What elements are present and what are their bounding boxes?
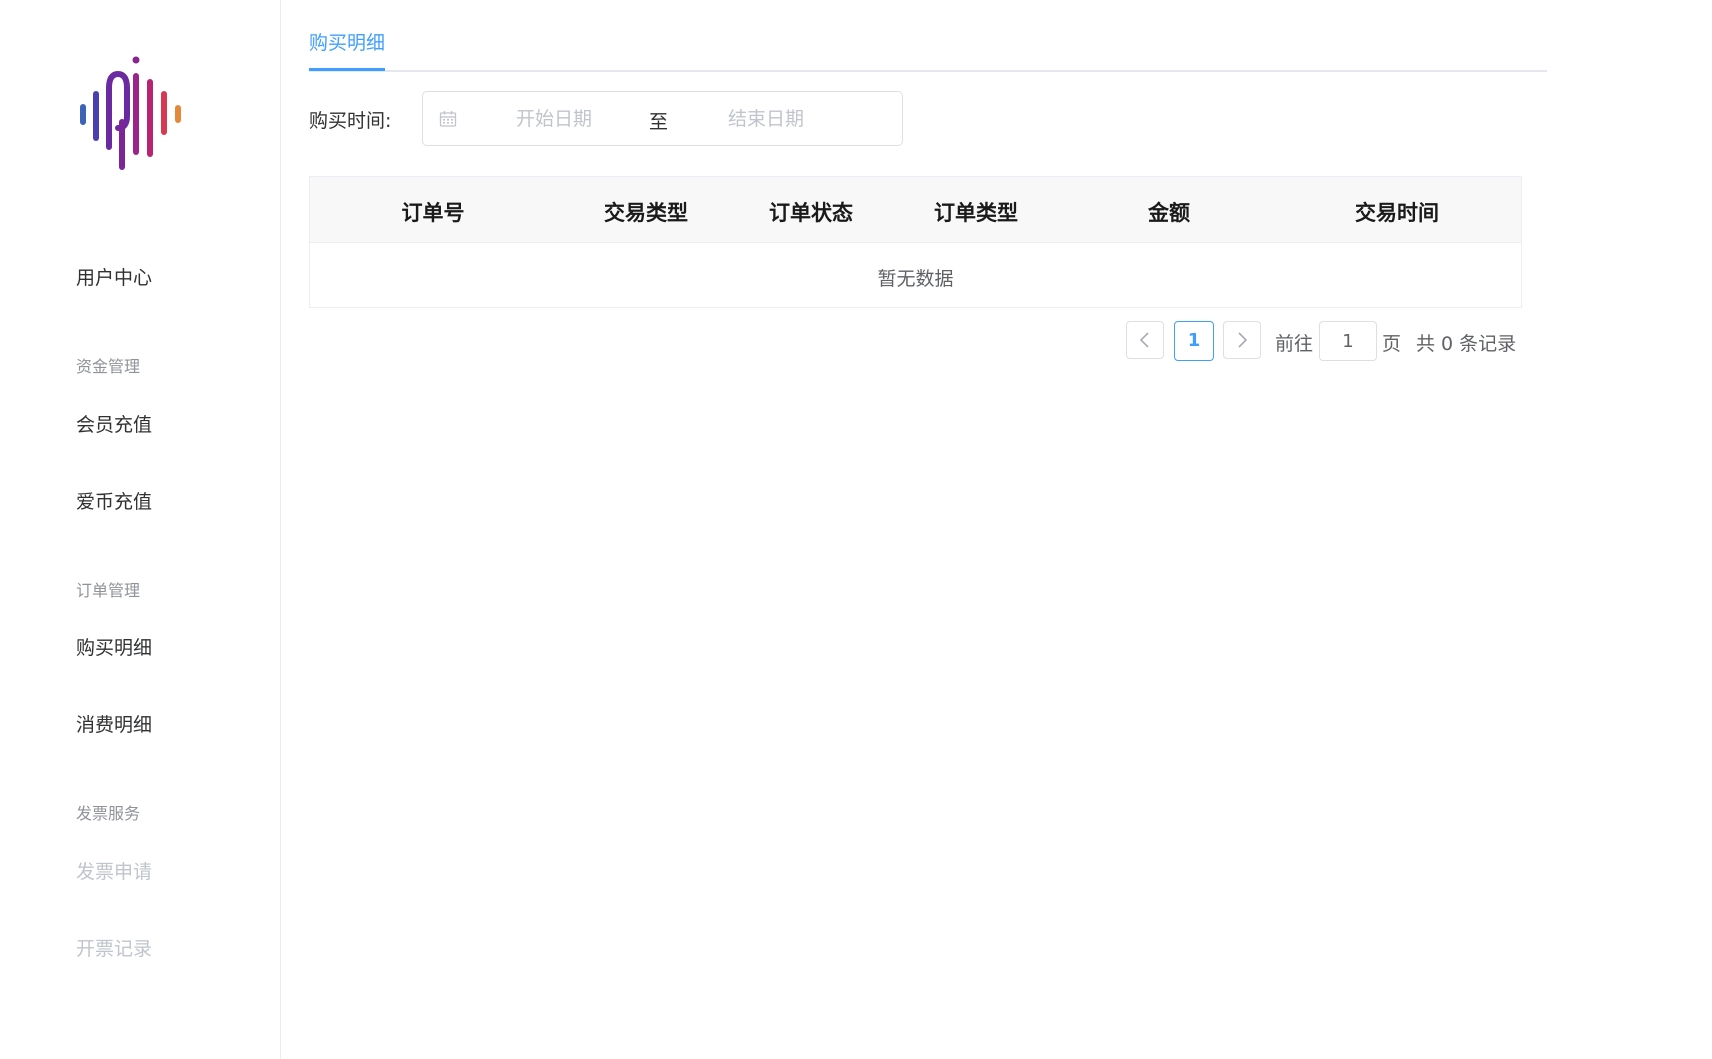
chevron-right-icon [1238,332,1248,348]
column-header-trade-type: 交易类型 [604,201,688,225]
chevron-left-icon [1139,332,1149,348]
range-separator: 至 [649,111,669,133]
sidebar-item-coin-recharge[interactable]: 爱币充值 [76,487,152,514]
column-header-order-no: 订单号 [401,201,465,225]
sidebar-group-invoice: 发票服务 [76,804,141,823]
pagination: 1 前往 页 共 0 条记录 [1126,321,1526,361]
sidebar: 用户中心 资金管理 会员充值 爱币充值 订单管理 购买明细 消费明细 发票服务 … [0,0,281,1059]
column-header-trade-time: 交易时间 [1355,201,1439,225]
app-root: 用户中心 资金管理 会员充值 爱币充值 订单管理 购买明细 消费明细 发票服务 … [0,0,1712,1059]
purchase-time-label: 购买时间: [309,110,392,132]
sidebar-item-purchase-detail[interactable]: 购买明细 [76,633,152,660]
table-header: 订单号 交易类型 订单状态 订单类型 金额 交易时间 [310,177,1521,243]
sidebar-item-invoice-records: 开票记录 [76,938,153,960]
prev-page-button[interactable] [1126,321,1164,359]
end-date-input[interactable] [701,106,831,132]
logo-icon [80,56,181,170]
column-header-order-status: 订单状态 [769,201,853,225]
sidebar-item-user-center[interactable]: 用户中心 [76,263,152,290]
page-number-current[interactable]: 1 [1174,321,1214,361]
sidebar-item-member-recharge[interactable]: 会员充值 [76,410,152,437]
next-page-button[interactable] [1223,321,1261,359]
page-unit-label: 页 [1382,333,1402,355]
date-range-picker[interactable]: 至 [422,91,903,146]
table-empty-text: 暂无数据 [877,268,954,290]
sidebar-item-consume-detail[interactable]: 消费明细 [76,710,152,737]
tab-purchase-detail[interactable]: 购买明细 [309,30,386,71]
total-records-text: 共 0 条记录 [1416,333,1517,355]
sidebar-item-invoice-apply: 发票申请 [76,861,153,883]
calendar-icon [439,110,457,128]
sidebar-group-orders: 订单管理 [76,581,141,600]
main-content: 购买明细 购买时间: 开始日期 至 结束日期 订单号 交易类型 订单状态 订单类… [309,0,1547,1059]
goto-label: 前往 [1275,333,1314,355]
start-date-input[interactable] [489,106,619,132]
column-header-order-type: 订单类型 [934,201,1018,225]
tabs-bar: 购买明细 [309,0,1547,72]
sound-wave-logo [76,52,188,176]
sidebar-group-funds: 资金管理 [76,357,141,376]
goto-page-input[interactable] [1319,321,1377,361]
purchase-table: 订单号 交易类型 订单状态 订单类型 金额 交易时间 暂无数据 [309,176,1522,308]
column-header-amount: 金额 [1148,201,1190,225]
